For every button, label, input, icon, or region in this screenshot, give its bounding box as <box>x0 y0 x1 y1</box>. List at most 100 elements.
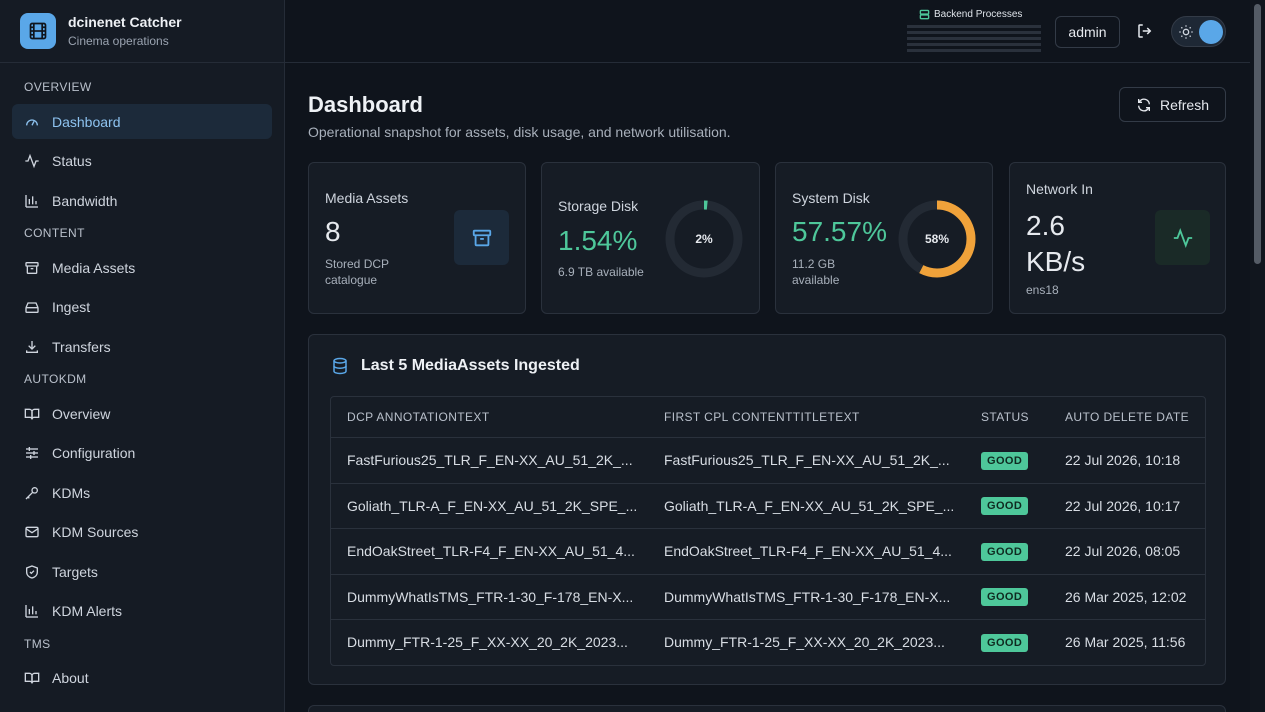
nav-section-content: CONTENT <box>24 226 85 240</box>
book-open-icon <box>24 672 40 684</box>
card-value: 8 <box>325 216 341 247</box>
archive-icon <box>25 261 39 274</box>
storage-usage-ring: 2% <box>665 200 743 278</box>
sidebar-item-label: Transfers <box>52 338 111 355</box>
sidebar-item-label: Media Assets <box>52 259 136 276</box>
sidebar-item-label: Ingest <box>52 299 91 315</box>
sidebar-item-label: KDM Alerts <box>52 603 123 619</box>
sidebar-item-dashboard[interactable]: Dashboard <box>12 104 272 139</box>
sidebar-item-targets[interactable]: Targets <box>12 554 272 589</box>
backend-processes-label: Backend Processes <box>934 9 1023 20</box>
sidebar-item-ingest[interactable]: Ingest <box>12 290 272 325</box>
column-header[interactable]: AUTO DELETE DATE <box>1049 410 1205 424</box>
theme-toggle[interactable] <box>1171 16 1226 47</box>
logout-icon <box>1138 24 1152 38</box>
cell-content-title: Goliath_TLR-A_F_EN-XX_AU_51_2K_SPE_... <box>664 497 955 514</box>
sidebar-item-label: Status <box>52 153 92 169</box>
table-row[interactable]: DummyWhatIsTMS_FTR-1-30_F-178_EN-X... Du… <box>331 573 1205 620</box>
sidebar-item-about[interactable]: About <box>12 661 272 696</box>
column-header[interactable]: DCP ANNOTATIONTEXT <box>331 410 648 424</box>
sidebar-item-configuration[interactable]: Configuration <box>12 436 272 471</box>
table-row[interactable]: EndOakStreet_TLR-F4_F_EN-XX_AU_51_4... E… <box>331 528 1205 574</box>
mail-icon <box>25 526 39 538</box>
refresh-button[interactable]: Refresh <box>1119 87 1226 122</box>
backend-processes[interactable]: Backend Processes <box>907 9 1041 52</box>
cell-content-title: DummyWhatIsTMS_FTR-1-30_F-178_EN-X... <box>664 588 951 605</box>
card-value: 57.57% <box>792 216 887 247</box>
brand[interactable]: dcinenet Catcher Cinema operations <box>0 0 284 63</box>
table-row[interactable]: Dummy_FTR-1-25_F_XX-XX_20_2K_2023... Dum… <box>331 619 1205 665</box>
ring-label: 2% <box>695 232 713 246</box>
user-menu-button[interactable]: admin <box>1055 16 1120 48</box>
sidebar-item-overview[interactable]: Overview <box>12 396 272 431</box>
card-sub: 11.2 GB available <box>792 257 840 287</box>
bar-chart-icon <box>25 605 38 618</box>
cell-annotation: Goliath_TLR-A_F_EN-XX_AU_51_2K_SPE_... <box>347 497 638 514</box>
table-row[interactable]: Goliath_TLR-A_F_EN-XX_AU_51_2K_SPE_... G… <box>331 482 1205 529</box>
column-header[interactable]: FIRST CPL CONTENTTITLETEXT <box>648 410 965 424</box>
refresh-label: Refresh <box>1159 96 1210 113</box>
sidebar-item-label: KDMs <box>52 484 91 501</box>
archive-icon <box>454 210 509 265</box>
activity-icon <box>25 153 39 169</box>
media-assets-card: Media Assets 8 Stored DCP catalogue <box>308 162 526 314</box>
card-sub: 6.9 TB available <box>558 265 644 279</box>
process-bar <box>907 43 1041 46</box>
sidebar: dcinenet Catcher Cinema operations OVERV… <box>0 0 285 712</box>
next-panel <box>308 705 1226 712</box>
status-badge: GOOD <box>981 497 1029 516</box>
recent-media-assets-panel: Last 5 MediaAssets Ingested DCP ANNOTATI… <box>308 334 1226 685</box>
table-row[interactable]: FastFurious25_TLR_F_EN-XX_AU_51_2K_... F… <box>331 437 1205 483</box>
table-header-row: DCP ANNOTATIONTEXT FIRST CPL CONTENTTITL… <box>331 397 1205 437</box>
refresh-icon <box>1137 98 1150 111</box>
card-value: 2.6 KB/s <box>1026 210 1086 277</box>
sidebar-item-label: Configuration <box>52 445 136 461</box>
page-scrollbar[interactable] <box>1250 0 1265 712</box>
sidebar-nav: OVERVIEW Dashboard Status Bandwidth CONT… <box>0 80 284 696</box>
cell-auto-delete-date: 22 Jul 2026, 10:18 <box>1065 452 1181 469</box>
download-icon <box>26 340 38 353</box>
cell-content-title: EndOakStreet_TLR-F4_F_EN-XX_AU_51_4... <box>664 543 952 560</box>
topbar: Backend Processes admin <box>285 0 1250 63</box>
gauge-icon <box>26 118 38 126</box>
card-label: Network In <box>1026 181 1093 197</box>
card-label: Media Assets <box>325 190 409 206</box>
process-bar <box>907 49 1041 52</box>
shield-icon <box>26 564 38 579</box>
sidebar-item-label: About <box>52 670 89 686</box>
cell-annotation: EndOakStreet_TLR-F4_F_EN-XX_AU_51_4... <box>347 543 635 560</box>
key-icon <box>25 486 38 499</box>
cell-content-title: FastFurious25_TLR_F_EN-XX_AU_51_2K_... <box>664 452 950 469</box>
sidebar-item-bandwidth[interactable]: Bandwidth <box>12 183 272 218</box>
logout-button[interactable] <box>1136 22 1154 45</box>
sidebar-item-label: Bandwidth <box>52 192 118 209</box>
storage-disk-card: Storage Disk 1.54% 6.9 TB available 2% <box>541 162 760 314</box>
scrollbar-thumb[interactable] <box>1254 4 1261 264</box>
sidebar-item-media-assets[interactable]: Media Assets <box>12 250 272 285</box>
nav-section-tms: TMS <box>24 636 51 651</box>
sidebar-item-kdm-alerts[interactable]: KDM Alerts <box>12 594 272 629</box>
sidebar-item-label: Dashboard <box>52 113 121 130</box>
process-bar <box>907 31 1041 34</box>
card-label: System Disk <box>792 190 870 206</box>
column-header[interactable]: STATUS <box>965 410 1049 424</box>
cell-annotation: DummyWhatIsTMS_FTR-1-30_F-178_EN-X... <box>347 588 634 605</box>
cell-auto-delete-date: 26 Mar 2025, 11:56 <box>1065 634 1186 651</box>
activity-icon <box>1155 210 1210 265</box>
cell-content-title: Dummy_FTR-1-25_F_XX-XX_20_2K_2023... <box>664 634 945 651</box>
film-icon <box>20 13 56 49</box>
brand-title: dcinenet Catcher <box>68 14 182 30</box>
sidebar-item-status[interactable]: Status <box>12 144 272 179</box>
brand-subtitle: Cinema operations <box>68 34 169 48</box>
nav-section-autokdm: AUTOKDM <box>24 372 87 386</box>
status-badge: GOOD <box>981 588 1029 607</box>
process-bar <box>907 25 1041 28</box>
status-badge: GOOD <box>981 542 1029 561</box>
sidebar-item-label: Targets <box>52 563 98 580</box>
sidebar-item-transfers[interactable]: Transfers <box>12 329 272 364</box>
sidebar-item-label: KDM Sources <box>52 524 139 540</box>
cell-annotation: Dummy_FTR-1-25_F_XX-XX_20_2K_2023... <box>347 634 628 651</box>
sidebar-item-kdms[interactable]: KDMs <box>12 475 272 510</box>
sidebar-item-label: Overview <box>52 405 111 422</box>
sidebar-item-kdm-sources[interactable]: KDM Sources <box>12 515 272 550</box>
